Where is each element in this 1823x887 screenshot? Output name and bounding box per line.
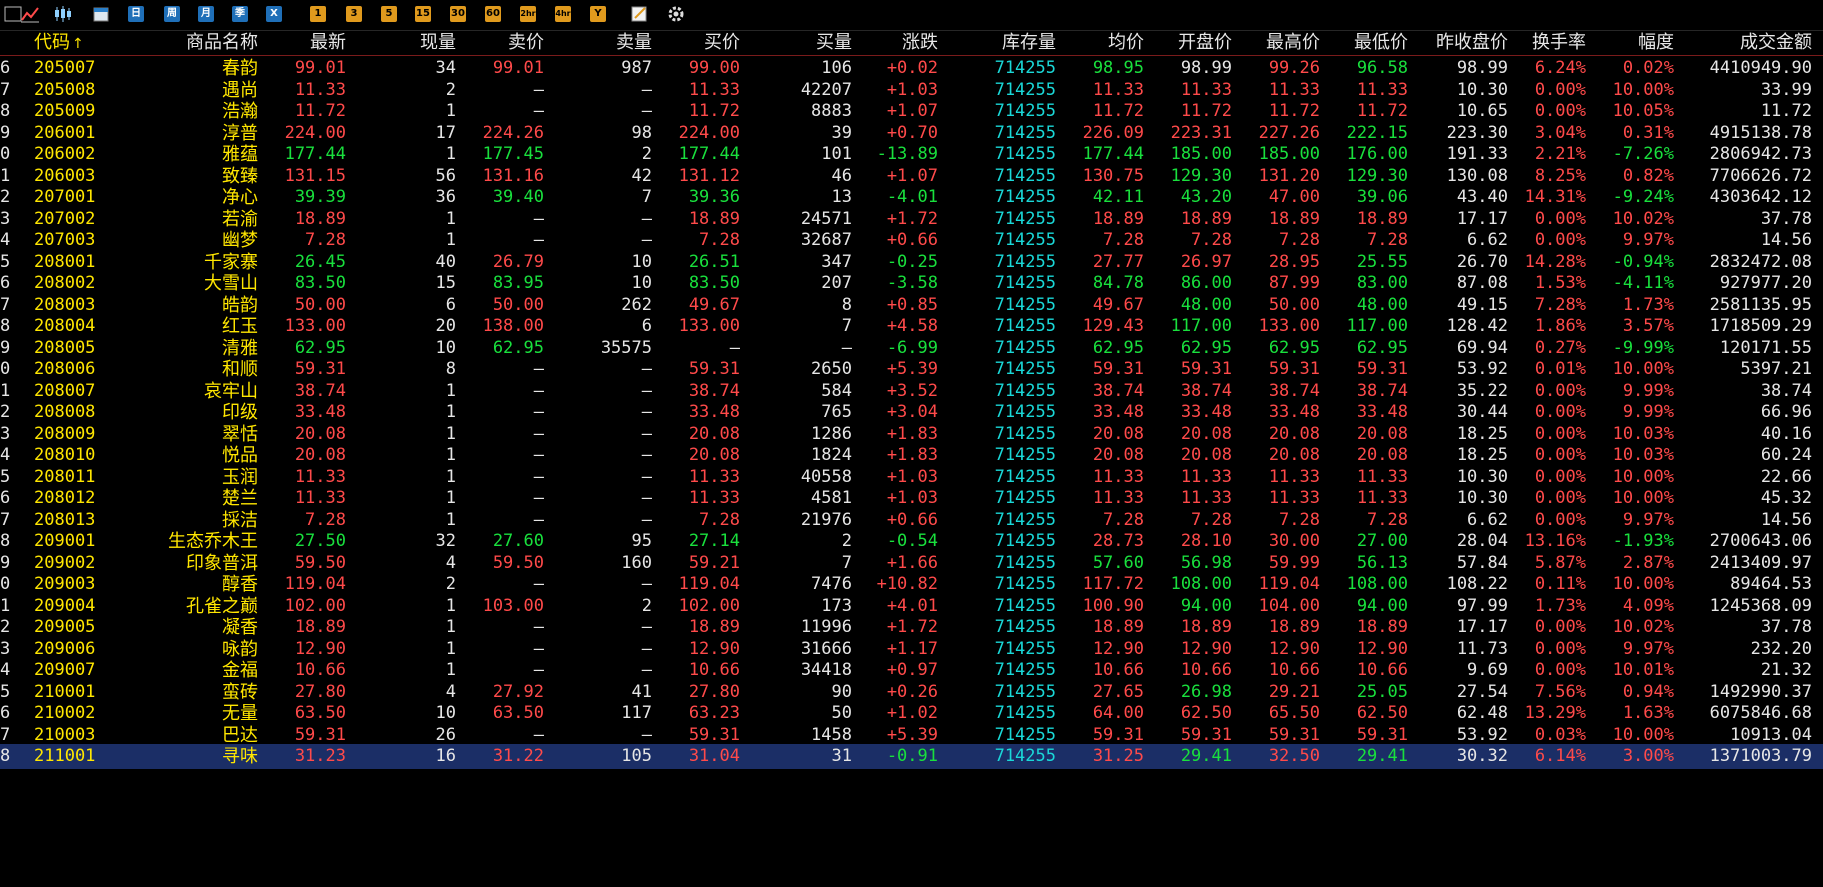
calendar-icon[interactable] [92, 4, 110, 24]
period-month-button[interactable]: 月 [198, 4, 214, 24]
period-5min-button[interactable]: 5 [381, 4, 397, 24]
header-open-label: 开盘价 [1178, 32, 1232, 53]
cell-turn: 6.14% [1534, 746, 1586, 766]
header-amp[interactable]: 幅度 [1590, 31, 1674, 55]
header-high[interactable]: 最高价 [1236, 31, 1320, 55]
period-15min-button[interactable]: 15 [415, 4, 431, 24]
period-5min-button-label: 5 [381, 6, 397, 22]
header-stock-label: 库存量 [1002, 32, 1056, 53]
cell-last: 31.23 [294, 746, 346, 766]
cell-amt: 1371003.79 [1709, 746, 1812, 766]
header-vol-label: 现量 [420, 32, 456, 53]
quote-table-body: 6 205007 春韵 99.01 34 99.01 987 99.00 106 +0.02 714… [0, 56, 1823, 886]
header-low[interactable]: 最低价 [1324, 31, 1408, 55]
period-year-button[interactable]: Y [590, 4, 606, 24]
period-2h-button[interactable]: 2hr [520, 4, 536, 24]
cell-avg: 31.25 [1092, 746, 1144, 766]
header-avg[interactable]: 均价 [1060, 31, 1144, 55]
period-30min-button[interactable]: 30 [450, 4, 466, 24]
header-low-label: 最低价 [1354, 32, 1408, 53]
toolbar: 日 周 月 季 X 1 3 5 15 30 60 2hr 4hr Y [0, 0, 1823, 31]
period-4h-button-label: 4hr [555, 6, 571, 22]
cell-prev: 30.32 [1456, 746, 1508, 766]
header-last[interactable]: 最新 [262, 31, 346, 55]
cell-bidv: 31 [831, 746, 852, 766]
cell-high: 32.50 [1268, 746, 1320, 766]
header-stock[interactable]: 库存量 [942, 31, 1056, 55]
header-code-label: 代码 [34, 32, 70, 53]
cell-open: 29.41 [1180, 746, 1232, 766]
cell-idx: 8 [0, 746, 11, 766]
header-name[interactable]: 商品名称 [118, 31, 258, 55]
header-ask-label: 卖价 [508, 32, 544, 53]
header-amp-label: 幅度 [1638, 32, 1674, 53]
header-code[interactable]: 代码 ↑ [34, 31, 114, 55]
header-prev[interactable]: 昨收盘价 [1412, 31, 1508, 55]
cell-vol: 16 [435, 746, 456, 766]
table-row[interactable]: 8 211001 寻味 31.23 16 31.22 105 31.04 31 -0.91 7142… [0, 744, 1823, 769]
candlestick-icon[interactable] [52, 4, 74, 24]
line-chart-icon[interactable] [20, 4, 40, 24]
cell-low: 29.41 [1356, 746, 1408, 766]
cell-stock: 714255 [994, 746, 1056, 766]
header-vol[interactable]: 现量 [350, 31, 456, 55]
header-turn-label: 换手率 [1532, 32, 1586, 53]
header-bidv[interactable]: 买量 [744, 31, 852, 55]
cell-bid: 31.04 [688, 746, 740, 766]
cell-ask: 31.22 [492, 746, 544, 766]
cell-amp: 3.00% [1622, 746, 1674, 766]
header-last-label: 最新 [310, 32, 346, 53]
cell-askv: 105 [621, 746, 652, 766]
header-idx[interactable] [0, 31, 14, 55]
header-bid-label: 买价 [704, 32, 740, 53]
header-prev-label: 昨收盘价 [1436, 32, 1508, 53]
period-3min-button-label: 3 [346, 6, 362, 22]
table-header: 代码 ↑ 商品名称 最新 现量 卖价 卖量 买价 买量 涨跌 库存量 均价 开盘价 最高价 最低价 昨收盘价 换… [0, 31, 1823, 56]
period-2h-button-label: 2hr [520, 6, 536, 22]
period-60min-button[interactable]: 60 [485, 4, 501, 24]
settings-gear-icon[interactable] [666, 4, 686, 24]
period-15min-button-label: 15 [415, 6, 431, 22]
period-month-button-label: 月 [198, 6, 214, 22]
period-year-button-label: Y [590, 6, 606, 22]
period-3min-button[interactable]: 3 [346, 4, 362, 24]
header-amt[interactable]: 成交金额 [1678, 31, 1812, 55]
period-4h-button[interactable]: 4hr [555, 4, 571, 24]
period-60min-button-label: 60 [485, 6, 501, 22]
draw-tool-icon[interactable] [630, 4, 650, 24]
header-amt-label: 成交金额 [1740, 32, 1812, 53]
period-week-button[interactable]: 周 [164, 4, 180, 24]
period-week-button-label: 周 [164, 6, 180, 22]
header-chg[interactable]: 涨跌 [856, 31, 938, 55]
cell-chg: -0.91 [886, 746, 938, 766]
header-bidv-label: 买量 [816, 32, 852, 53]
header-chg-label: 涨跌 [902, 32, 938, 53]
period-day-button-label: 日 [128, 6, 144, 22]
period-quarter-button[interactable]: 季 [232, 4, 248, 24]
header-name-label: 商品名称 [186, 32, 258, 53]
period-close-button[interactable]: X [266, 4, 282, 24]
header-high-label: 最高价 [1266, 32, 1320, 53]
period-day-button[interactable]: 日 [128, 4, 144, 24]
header-askv-label: 卖量 [616, 32, 652, 53]
header-bid[interactable]: 买价 [656, 31, 740, 55]
cell-code: 211001 [34, 746, 96, 766]
header-turn[interactable]: 换手率 [1512, 31, 1586, 55]
period-close-button-label: X [266, 6, 282, 22]
header-open[interactable]: 开盘价 [1148, 31, 1232, 55]
period-quarter-button-label: 季 [232, 6, 248, 22]
period-30min-button-label: 30 [450, 6, 466, 22]
header-askv[interactable]: 卖量 [548, 31, 652, 55]
period-1min-button[interactable]: 1 [310, 4, 326, 24]
header-ask[interactable]: 卖价 [460, 31, 544, 55]
header-avg-label: 均价 [1108, 32, 1144, 53]
sort-ascending-icon: ↑ [72, 36, 84, 52]
period-1min-button-label: 1 [310, 6, 326, 22]
cell-name: 寻味 [222, 746, 258, 767]
